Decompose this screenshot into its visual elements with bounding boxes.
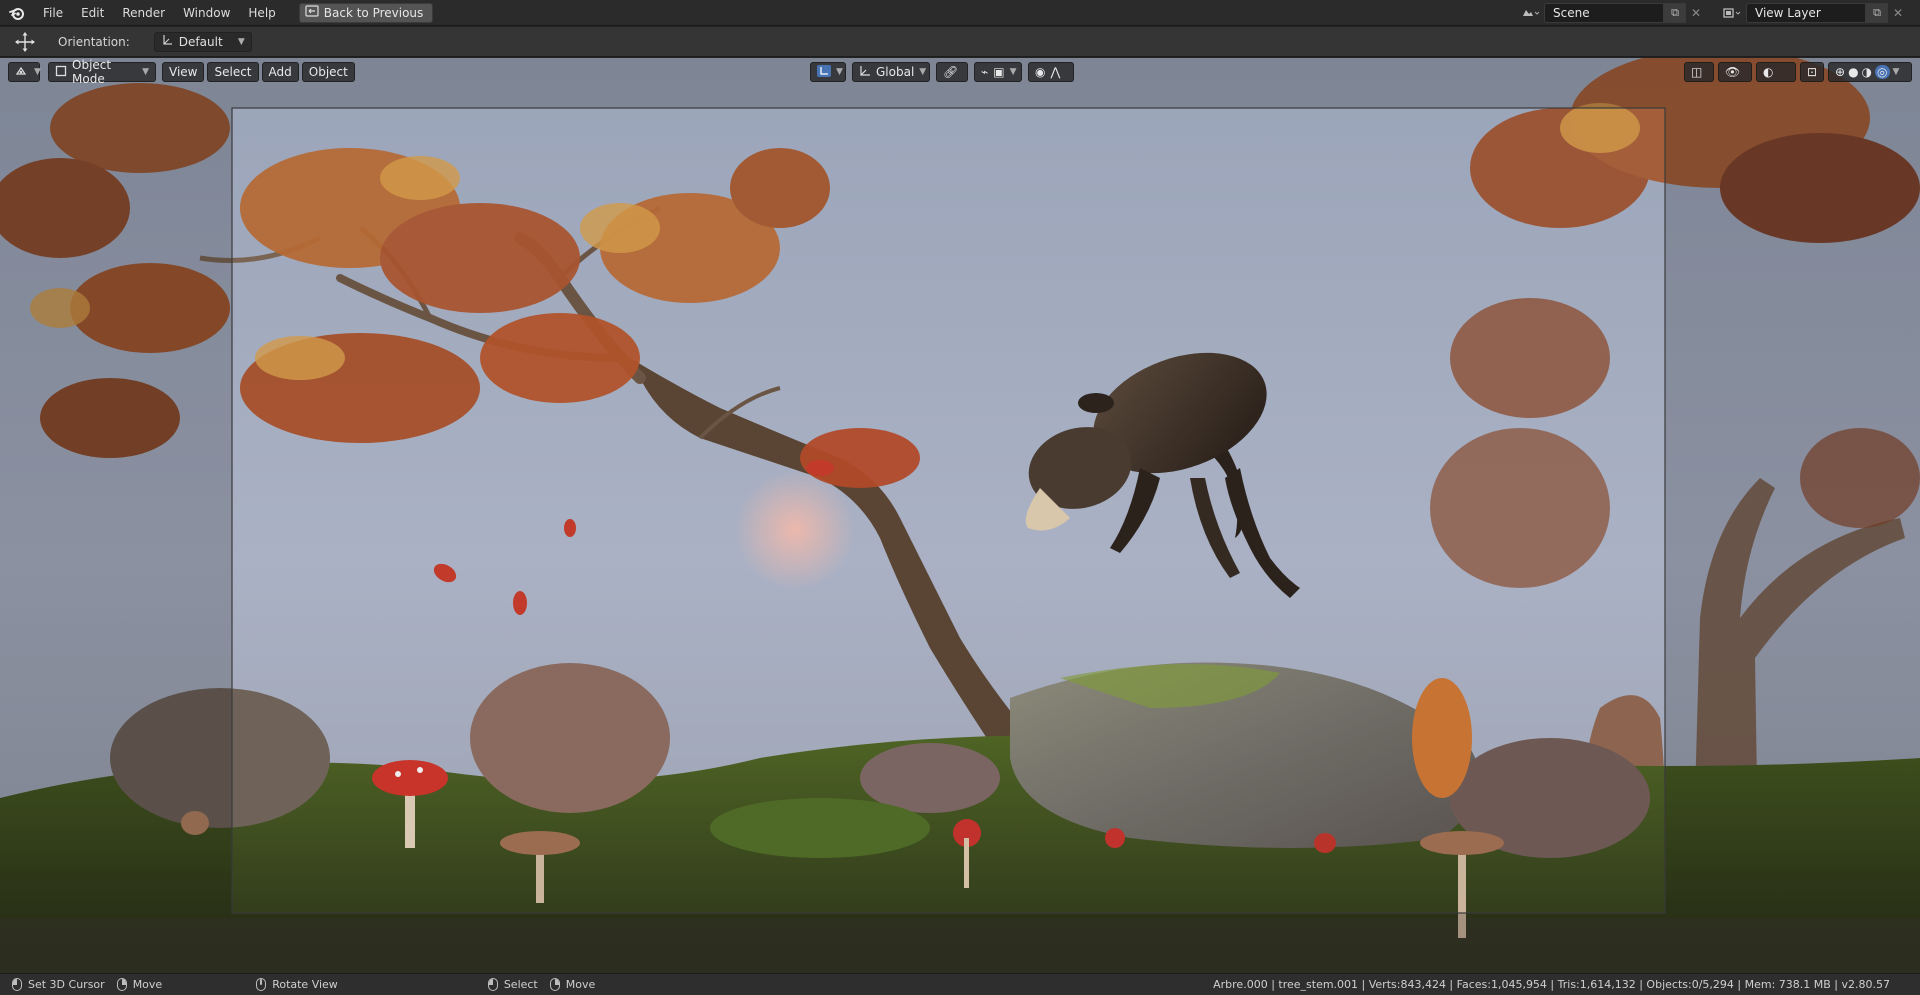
chevron-down-icon: ▼ [142,67,149,77]
set-3d-cursor-label: Set 3D Cursor [28,978,105,991]
shading-mode-group: ⊕ ● ◑ ◎ ▼ [1828,62,1912,82]
view3d-icon [15,65,29,80]
falloff-icon: ⋀ [1050,65,1061,79]
scene-copy-icon[interactable]: ⧉ [1664,3,1686,23]
global-axis-icon [859,65,871,80]
orientation-axis-icon [161,34,173,49]
orientation-dropdown[interactable]: Default ▼ [153,31,252,52]
viewport-header: ▼ Object Mode ▼ View Select Add Object ▼ [0,58,1920,86]
middle-mouse-icon [256,978,267,991]
right-mouse-icon [549,978,560,991]
editor-type-button[interactable]: ▼ [8,62,41,82]
menu-file[interactable]: File [34,2,72,24]
status-bar: Set 3D Cursor Move Rotate View Select Mo… [0,973,1920,995]
right-mouse-icon [116,978,127,991]
menu-edit[interactable]: Edit [72,2,113,24]
mode-dropdown[interactable]: Object Mode ▼ [48,58,156,86]
overlays-icon[interactable]: ◐ [1756,62,1796,82]
back-screen-icon [305,5,319,20]
transform-controls: ▼ Global ▼ 🔗︎ ⌁ ▣ ▼ ◉ ⋀ [810,62,1074,82]
material-shading-icon[interactable]: ◑ [1862,65,1872,79]
mode-label: Object Mode [72,58,112,86]
scene-selector: Scene ⧉ ✕ [1516,3,1706,23]
transform-orientation-icon [817,64,831,80]
transform-orientation-value: Global [876,65,915,79]
status-move-2: Move [549,978,596,991]
top-menu-bar: File Edit Render Window Help Back to Pre… [0,0,1920,26]
move-tool-icon[interactable] [0,31,50,53]
pivot-point-button[interactable]: 🔗︎ [936,62,968,82]
rendered-scene [0,58,1920,973]
view-layer-name-field[interactable]: View Layer [1746,3,1866,23]
object-types-visibility-icon[interactable]: ◫ [1684,62,1714,82]
scene-browse-icon[interactable] [1516,3,1544,23]
add-menu[interactable]: Add [261,62,299,82]
rendered-shading-icon[interactable]: ◎ [1875,65,1890,79]
chevron-down-icon: ▼ [237,36,245,47]
eye-visibility-icon[interactable]: 👁︎ [1718,62,1752,82]
orientation-label: Orientation: [58,34,130,49]
xray-toggle-icon[interactable]: ⊡ [1800,62,1824,82]
scene-statistics: Arbre.000 | tree_stem.001 | Verts:843,42… [1213,978,1890,991]
object-menu[interactable]: Object [301,62,355,82]
chevron-down-icon[interactable]: ▼ [1893,67,1900,77]
rotate-view-label: Rotate View [272,978,338,991]
status-move: Move [116,978,163,991]
wireframe-shading-icon[interactable]: ⊕ [1835,65,1845,79]
left-mouse-icon [12,978,22,991]
status-select: Select [487,978,538,991]
move-label-2: Move [565,978,596,991]
back-to-previous-label: Back to Previous [323,5,424,20]
scene-name-field[interactable]: Scene [1544,3,1664,23]
blender-logo-icon[interactable] [0,0,34,26]
chevron-down-icon: ▼ [919,67,927,77]
3d-viewport[interactable]: ▼ Object Mode ▼ View Select Add Object ▼ [0,58,1920,973]
link-icon: 🔗︎ [943,65,959,79]
scene-remove-icon[interactable]: ✕ [1686,3,1706,23]
snap-button[interactable]: ⌁ ▣ ▼ [974,62,1022,82]
proportional-edit-button[interactable]: ◉ ⋀ [1028,62,1074,82]
proportional-icon: ◉ [1035,65,1046,79]
view-layer-browse-icon[interactable] [1718,3,1746,23]
view-layer-selector: View Layer ⧉ ✕ [1718,3,1908,23]
shading-controls: ◫ 👁︎ ◐ ⊡ ⊕ ● ◑ ◎ ▼ [1684,62,1912,82]
orientation-value: Default [178,34,223,49]
back-to-previous-button[interactable]: Back to Previous [298,2,434,23]
menu-help[interactable]: Help [239,2,284,24]
view-layer-remove-icon[interactable]: ✕ [1888,3,1908,23]
chevron-down-icon: ▼ [1009,67,1017,77]
view-layer-copy-icon[interactable]: ⧉ [1866,3,1888,23]
chevron-down-icon: ▼ [34,67,41,77]
transform-pivot-button[interactable]: ▼ [810,62,846,82]
tool-settings-bar: Orientation: Default ▼ [0,27,1920,57]
workspace-selectors: Scene ⧉ ✕ View Layer ⧉ ✕ [1516,0,1920,26]
snap-target-icon: ▣ [993,65,1005,79]
status-left-click: Set 3D Cursor [12,978,105,991]
select-label: Select [503,978,538,991]
magnet-icon: ⌁ [981,65,989,79]
object-mode-icon [55,65,67,80]
move-label: Move [132,978,163,991]
chevron-down-icon: ▼ [836,67,843,77]
left-mouse-icon [487,978,498,991]
status-rotate: Rotate View [256,978,338,991]
menu-render[interactable]: Render [113,2,174,24]
select-menu[interactable]: Select [207,62,259,82]
solid-shading-icon[interactable]: ● [1848,65,1858,79]
view-menu[interactable]: View [162,62,205,82]
transform-orientation-dropdown[interactable]: Global ▼ [852,62,930,82]
menu-window[interactable]: Window [174,2,239,24]
